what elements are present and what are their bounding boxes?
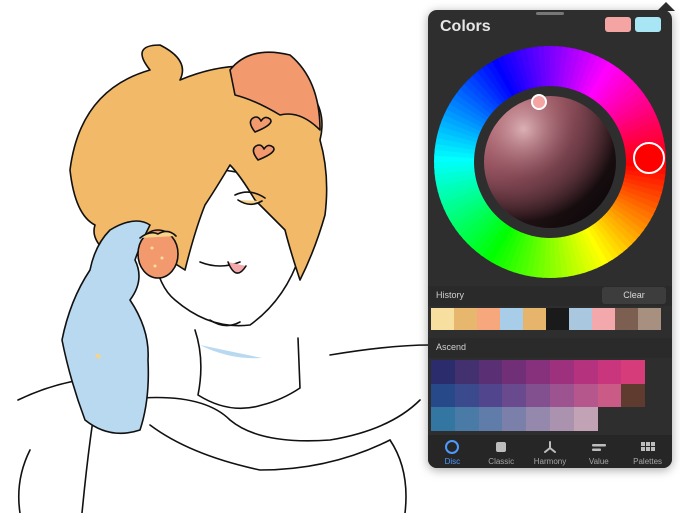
classic-square-icon (493, 439, 509, 455)
palette-swatch[interactable] (621, 360, 646, 384)
history-swatch[interactable] (638, 308, 661, 330)
hue-picker-handle[interactable] (633, 142, 665, 174)
tab-classic-label: Classic (488, 457, 515, 466)
drag-handle[interactable] (536, 12, 564, 15)
panel-title: Colors (440, 18, 491, 35)
history-swatch[interactable] (477, 308, 500, 330)
palette-swatch[interactable] (526, 383, 550, 408)
palettes-grid-icon (640, 439, 656, 455)
tab-value-label: Value (588, 457, 609, 466)
history-swatch[interactable] (546, 308, 569, 330)
history-swatch[interactable] (454, 308, 477, 330)
palette-swatch[interactable] (549, 407, 574, 431)
tab-disc[interactable]: Disc (428, 435, 477, 468)
history-swatch[interactable] (569, 308, 592, 330)
tab-harmony-label: Harmony (533, 457, 567, 466)
palette-swatch[interactable] (597, 383, 622, 408)
color-mode-tabbar: Disc Classic Harmony Value Palettes (428, 435, 672, 468)
palette-swatch[interactable] (431, 407, 455, 431)
palette-swatch[interactable] (549, 360, 574, 384)
palette-swatch[interactable] (454, 407, 479, 431)
palette-grid (431, 360, 669, 431)
palette-bar: Ascend (428, 338, 672, 358)
palette-swatch[interactable] (645, 360, 669, 384)
tab-disc-label: Disc (444, 457, 461, 466)
palette-swatch[interactable] (573, 407, 598, 431)
tab-palettes-label: Palettes (633, 457, 663, 466)
history-swatch[interactable] (592, 308, 615, 330)
palette-swatch[interactable] (621, 383, 646, 408)
history-swatch[interactable] (500, 308, 523, 330)
palette-swatch[interactable] (573, 383, 598, 408)
palette-swatch[interactable] (645, 383, 669, 408)
primary-color-swatch[interactable] (605, 17, 631, 32)
palette-swatch[interactable] (431, 383, 455, 408)
tab-value[interactable]: Value (574, 435, 623, 468)
tab-harmony[interactable]: Harmony (526, 435, 575, 468)
palette-swatch[interactable] (573, 360, 598, 384)
palette-swatch[interactable] (454, 360, 479, 384)
tab-classic[interactable]: Classic (477, 435, 526, 468)
color-disc[interactable] (432, 44, 668, 280)
history-swatches (431, 308, 661, 330)
history-swatch[interactable] (431, 308, 454, 330)
palette-swatch[interactable] (597, 407, 622, 431)
palette-swatch[interactable] (621, 407, 646, 431)
tab-palettes[interactable]: Palettes (623, 435, 672, 468)
palette-swatch[interactable] (431, 360, 455, 384)
color-picker-handle[interactable] (531, 94, 547, 110)
palette-swatch[interactable] (526, 360, 550, 384)
palette-swatch[interactable] (597, 360, 622, 384)
palette-swatch[interactable] (502, 407, 527, 431)
clear-history-button[interactable]: Clear (602, 287, 666, 304)
palette-swatch[interactable] (478, 360, 503, 384)
palette-swatch[interactable] (454, 383, 479, 408)
value-sliders-icon (591, 439, 607, 455)
palette-name: Ascend (436, 342, 467, 352)
harmony-icon (542, 439, 558, 455)
palette-swatch[interactable] (502, 383, 527, 408)
secondary-color-swatch[interactable] (635, 17, 661, 32)
disc-icon (444, 439, 460, 455)
palette-swatch[interactable] (645, 407, 669, 431)
palette-swatch[interactable] (549, 383, 574, 408)
palette-swatch[interactable] (526, 407, 550, 431)
palette-swatch[interactable] (478, 407, 503, 431)
history-swatch[interactable] (523, 308, 546, 330)
saturation-brightness-shade (484, 96, 616, 228)
palette-swatch[interactable] (478, 383, 503, 408)
history-label: History (436, 290, 465, 300)
history-swatch[interactable] (615, 308, 638, 330)
history-bar: History Clear (428, 286, 672, 306)
colors-panel: Colors History Clear Ascend Disc Classic… (428, 10, 672, 468)
palette-swatch[interactable] (502, 360, 527, 384)
